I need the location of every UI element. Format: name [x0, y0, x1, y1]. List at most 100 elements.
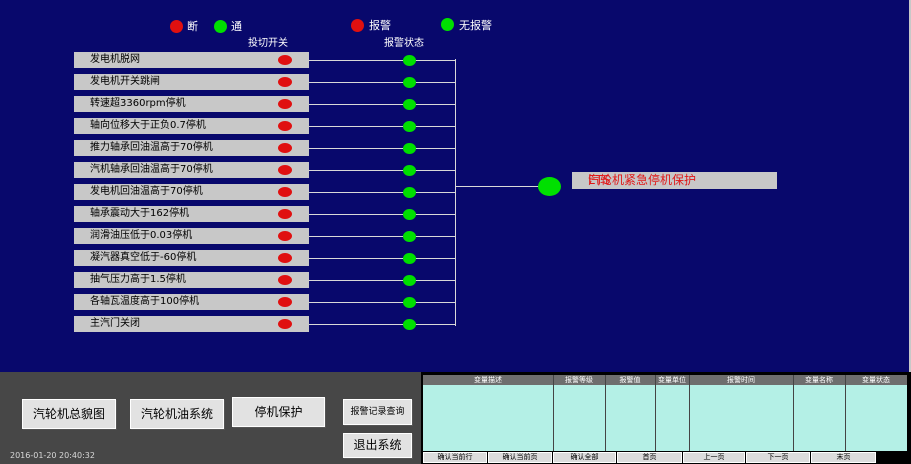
switch-state-led[interactable]	[278, 121, 292, 131]
switch-state-led[interactable]	[278, 231, 292, 241]
alarm-column-header: 变量名称	[805, 376, 833, 384]
alarm-column-header: 变量描述	[474, 376, 502, 384]
switch-state-led[interactable]	[278, 165, 292, 175]
signal-line	[309, 280, 456, 281]
switch-state-led[interactable]	[278, 143, 292, 153]
overview-button[interactable]: 汽轮机总貌图	[22, 399, 116, 429]
protection-row: 发电机回油温高于70停机	[74, 184, 309, 200]
signal-line	[309, 126, 456, 127]
protection-row-label: 凝汽器真空低于-60停机	[90, 252, 197, 263]
legend-no-alarm-label: 无报警	[459, 19, 492, 32]
alarm-status-dot	[403, 121, 416, 132]
ets-status-indicator	[538, 177, 561, 196]
protection-row: 凝汽器真空低于-60停机	[74, 250, 309, 266]
signal-line	[309, 60, 456, 61]
alarm-table-button[interactable]: 首页	[617, 452, 682, 463]
protection-row: 汽机轴承回油温高于70停机	[74, 162, 309, 178]
collector-vertical-line	[455, 59, 456, 326]
alarm-status-column-header: 报警状态	[384, 38, 424, 49]
alarm-column-header: 报警等级	[565, 376, 593, 384]
column-divider	[605, 375, 606, 451]
signal-line	[309, 324, 456, 325]
alarm-table-button[interactable]: 上一页	[683, 452, 745, 463]
protection-row-label: 轴承震动大于162停机	[90, 208, 190, 219]
switch-state-led[interactable]	[278, 297, 292, 307]
protection-row-label: 抽气压力高于1.5停机	[90, 274, 186, 285]
protection-row-label: 主汽门关闭	[90, 318, 140, 329]
switch-state-led[interactable]	[278, 77, 292, 87]
switch-column-header: 投切开关	[248, 38, 288, 49]
protection-row: 发电机脱网	[74, 52, 309, 68]
column-divider	[553, 375, 554, 451]
alarm-table-button[interactable]: 确认当前页	[488, 452, 552, 463]
protection-row-label: 发电机开关跳闸	[90, 76, 160, 87]
collector-output-line	[456, 186, 540, 187]
system-clock: 2016-01-20 20:40:32	[10, 451, 95, 460]
alarm-status-dot	[403, 275, 416, 286]
alarm-status-dot	[403, 253, 416, 264]
switch-state-led[interactable]	[278, 55, 292, 65]
protection-row: 润滑油压低于0.03停机	[74, 228, 309, 244]
protection-row-label: 润滑油压低于0.03停机	[90, 230, 193, 241]
alarm-status-dot	[403, 77, 416, 88]
protection-row: 转速超3360rpm停机	[74, 96, 309, 112]
protection-row: 各轴瓦温度高于100停机	[74, 294, 309, 310]
signal-line	[309, 214, 456, 215]
protection-row-label: 推力轴承回油温高于70停机	[90, 142, 213, 153]
signal-line	[309, 258, 456, 259]
alarm-column-header: 报警值	[619, 376, 641, 384]
ets-label-box: 汽轮机紧急停机保护 ETS	[572, 172, 777, 189]
protection-row: 抽气压力高于1.5停机	[74, 272, 309, 288]
alarm-status-dot	[403, 165, 416, 176]
signal-line	[309, 192, 456, 193]
protection-row: 轴向位移大于正负0.7停机	[74, 118, 309, 134]
protection-row: 主汽门关闭	[74, 316, 309, 332]
alarm-column-header: 报警时间	[727, 376, 755, 384]
alarm-query-button[interactable]: 报警记录查询	[343, 399, 412, 425]
legend-no-alarm-green-dot	[441, 18, 454, 31]
switch-state-led[interactable]	[278, 319, 292, 329]
switch-state-led[interactable]	[278, 187, 292, 197]
protection-row-label: 轴向位移大于正负0.7停机	[90, 120, 206, 131]
protection-row-label: 发电机脱网	[90, 54, 140, 65]
column-divider	[689, 375, 690, 451]
protection-row-label: 发电机回油温高于70停机	[90, 186, 203, 197]
signal-line	[309, 148, 456, 149]
alarm-status-dot	[403, 55, 416, 66]
alarm-status-dot	[403, 99, 416, 110]
signal-line	[309, 236, 456, 237]
switch-state-led[interactable]	[278, 209, 292, 219]
switch-state-led[interactable]	[278, 99, 292, 109]
signal-line	[309, 302, 456, 303]
alarm-table-button[interactable]: 确认全部	[553, 452, 616, 463]
alarm-column-header: 变量单位	[658, 376, 686, 384]
signal-line	[309, 170, 456, 171]
alarm-column-header: 变量状态	[862, 376, 890, 384]
legend-alarm-red-dot	[351, 19, 364, 32]
oil-system-button[interactable]: 汽轮机油系统	[130, 399, 224, 429]
alarm-status-dot	[403, 209, 416, 220]
alarm-table-button[interactable]: 确认当前行	[423, 452, 487, 463]
alarm-table-button[interactable]: 下一页	[746, 452, 810, 463]
protection-row-label: 各轴瓦温度高于100停机	[90, 296, 200, 307]
signal-line	[309, 82, 456, 83]
exit-button[interactable]: 退出系统	[343, 433, 412, 458]
signal-line	[309, 104, 456, 105]
trip-protection-button[interactable]: 停机保护	[232, 397, 325, 427]
protection-row-label: 汽机轴承回油温高于70停机	[90, 164, 213, 175]
column-divider	[845, 375, 846, 451]
column-divider	[793, 375, 794, 451]
alarm-status-dot	[403, 187, 416, 198]
protection-row: 推力轴承回油温高于70停机	[74, 140, 309, 156]
alarm-table-button[interactable]: 末页	[811, 452, 876, 463]
alarm-status-dot	[403, 143, 416, 154]
column-divider	[655, 375, 656, 451]
alarm-table-body[interactable]	[423, 385, 907, 451]
legend-on-green-dot	[214, 20, 227, 33]
protection-row: 发电机开关跳闸	[74, 74, 309, 90]
switch-state-led[interactable]	[278, 253, 292, 263]
main-panel: 断 通 报警 无报警 投切开关 报警状态 发电机脱网 发电机开关跳闸 转速超3360…	[0, 0, 911, 372]
legend-off-red-dot	[170, 20, 183, 33]
switch-state-led[interactable]	[278, 275, 292, 285]
legend-alarm-label: 报警	[369, 19, 391, 32]
